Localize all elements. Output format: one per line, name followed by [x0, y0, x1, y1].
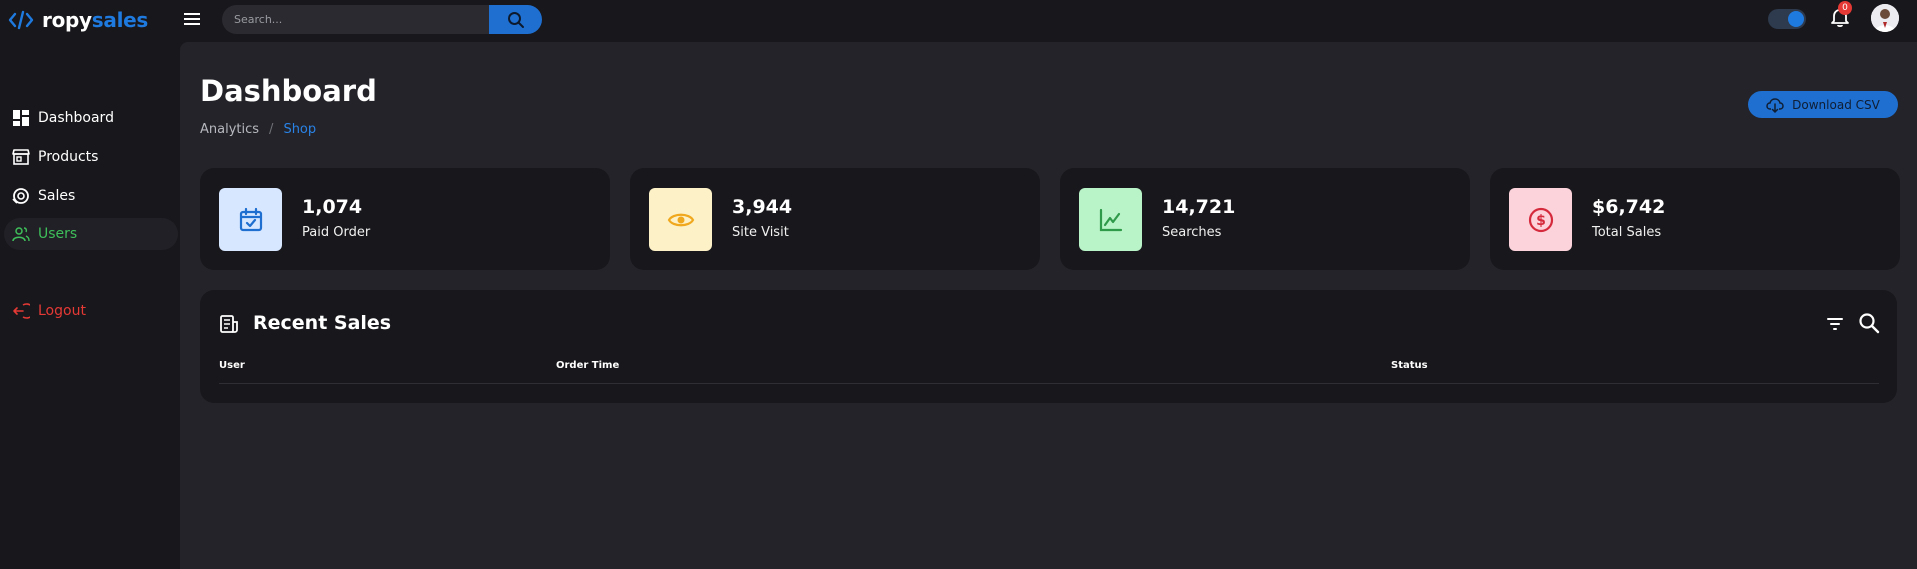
dollar-icon: $ [1528, 207, 1553, 232]
column-header-user[interactable]: User [219, 360, 245, 371]
eye-icon [667, 213, 694, 226]
stat-value: 14,721 [1162, 196, 1236, 218]
brand-logo[interactable]: ropysales [8, 6, 148, 34]
breadcrumb: Analytics / Shop [200, 122, 316, 137]
sidebar-item-label: Logout [38, 303, 86, 319]
calendar-check-icon [239, 207, 262, 231]
sidebar-item-logout[interactable]: Logout [4, 295, 178, 327]
dashboard-icon [13, 110, 29, 126]
stat-value: 3,944 [732, 196, 793, 218]
column-header-status[interactable]: Status [1391, 360, 1428, 371]
toggle-knob [1788, 11, 1804, 27]
page-title: Dashboard [200, 74, 377, 108]
top-bar: ropysales 0 [0, 0, 1917, 42]
sidebar-item-label: Sales [38, 188, 76, 204]
svg-text:$: $ [1536, 213, 1546, 229]
table-search-icon[interactable] [1858, 312, 1880, 334]
code-icon [8, 10, 34, 30]
sales-icon [12, 188, 29, 204]
stat-card-total-sales: $ $6,742 Total Sales [1490, 168, 1900, 270]
recent-sales-panel: Recent Sales User Order Time Status [200, 290, 1897, 403]
stat-label: Site Visit [732, 225, 789, 240]
stat-icon-box [649, 188, 712, 251]
store-icon [12, 149, 30, 165]
breadcrumb-shop[interactable]: Shop [283, 122, 316, 137]
breadcrumb-separator: / [269, 122, 274, 137]
breadcrumb-analytics[interactable]: Analytics [200, 122, 259, 137]
sidebar-item-dashboard[interactable]: Dashboard [4, 102, 178, 134]
hamburger-menu-icon[interactable] [183, 10, 201, 28]
stat-icon-box [219, 188, 282, 251]
stat-icon-box [1079, 188, 1142, 251]
download-csv-label: Download CSV [1792, 97, 1880, 112]
search-bar [222, 5, 542, 34]
chart-line-icon [1099, 208, 1122, 231]
main-content: Dashboard Analytics / Shop Download CSV … [180, 42, 1917, 569]
sidebar-item-sales[interactable]: Sales [4, 180, 178, 212]
sidebar: Dashboard Products Sales Users Logout [0, 42, 180, 569]
stat-icon-box: $ [1509, 188, 1572, 251]
sidebar-item-label: Products [38, 149, 99, 165]
stat-card-searches: 14,721 Searches [1060, 168, 1470, 270]
stat-label: Searches [1162, 225, 1222, 240]
recent-sales-title: Recent Sales [253, 312, 392, 334]
theme-toggle[interactable] [1768, 9, 1806, 29]
filter-icon[interactable] [1825, 314, 1845, 334]
download-csv-button[interactable]: Download CSV [1748, 91, 1898, 118]
sidebar-item-label: Dashboard [38, 110, 114, 126]
stat-label: Total Sales [1592, 225, 1662, 240]
search-button[interactable] [489, 5, 542, 34]
cloud-download-icon [1766, 97, 1784, 113]
notification-count-badge: 0 [1838, 1, 1852, 15]
user-avatar[interactable] [1871, 4, 1899, 32]
stat-value: $6,742 [1592, 196, 1666, 218]
receipt-icon [220, 315, 238, 333]
avatar-image [1871, 4, 1899, 32]
stat-card-site-visit: 3,944 Site Visit [630, 168, 1040, 270]
search-icon [507, 11, 524, 28]
table-divider [219, 383, 1879, 384]
sidebar-item-label: Users [38, 226, 78, 242]
stat-label: Paid Order [302, 225, 371, 240]
search-input[interactable] [222, 5, 489, 34]
brand-name: ropysales [42, 8, 148, 32]
users-icon [12, 227, 30, 242]
logout-icon [13, 303, 30, 319]
column-header-order-time[interactable]: Order Time [556, 360, 619, 371]
stat-value: 1,074 [302, 196, 363, 218]
sidebar-item-users[interactable]: Users [4, 218, 178, 250]
stat-card-paid-order: 1,074 Paid Order [200, 168, 610, 270]
sidebar-item-products[interactable]: Products [4, 141, 178, 173]
